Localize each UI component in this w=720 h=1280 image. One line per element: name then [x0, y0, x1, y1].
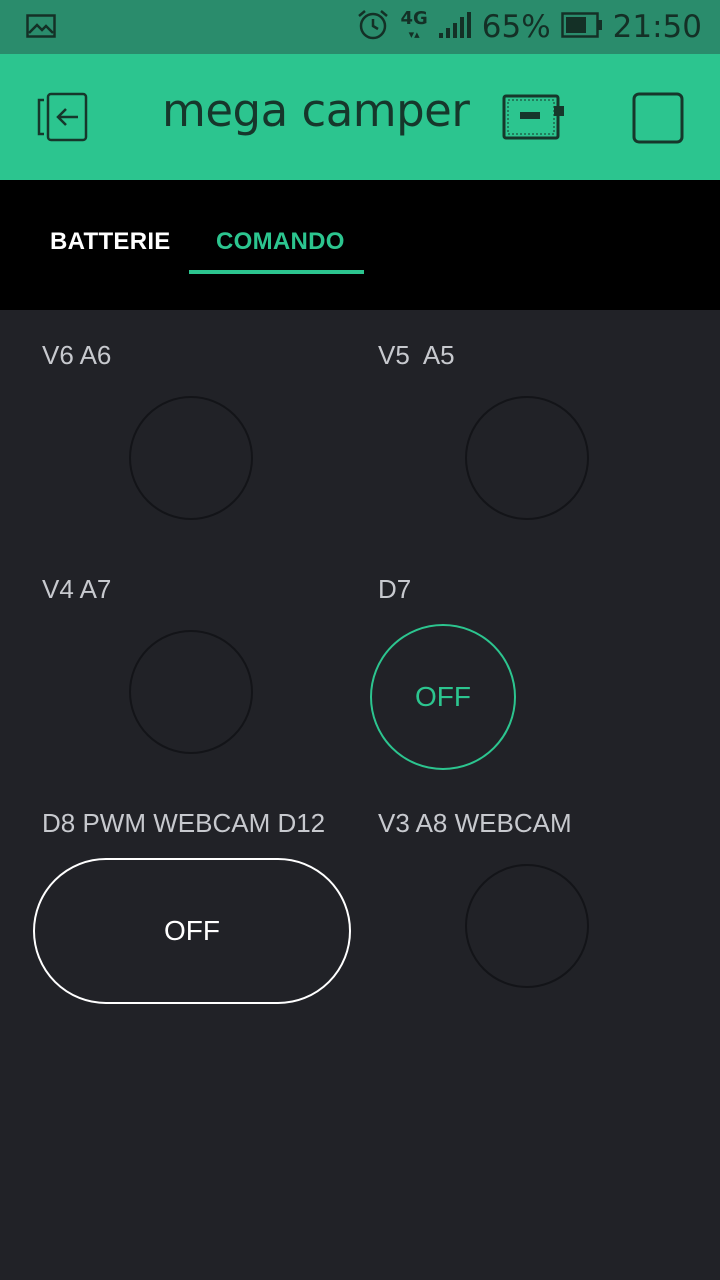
tab-comando[interactable]: COMANDO — [216, 228, 345, 256]
tab-batterie[interactable]: BATTERIE — [50, 228, 171, 256]
knob-v3-a8-webcam[interactable] — [465, 864, 589, 988]
battery-percent: 65% — [481, 9, 551, 45]
button-d7[interactable]: OFF — [370, 624, 516, 770]
button-d8-state: OFF — [164, 915, 220, 946]
knob-v6-a6[interactable] — [129, 396, 253, 520]
app-bar: mega camper — [0, 54, 720, 180]
tab-bar: BATTERIE COMANDO — [0, 180, 720, 310]
widget-label-v3-a8-webcam: V3 A8 WEBCAM — [378, 808, 572, 838]
widget-label-v5-a5: V5 A5 — [378, 340, 455, 370]
gallery-icon — [26, 14, 56, 42]
knob-v5-a5[interactable] — [465, 396, 589, 520]
widget-label-v6-a6: V6 A6 — [42, 340, 112, 370]
exit-icon[interactable] — [36, 90, 92, 148]
button-d7-state: OFF — [415, 681, 471, 712]
button-d8-webcam[interactable]: OFF — [33, 858, 351, 1004]
widget-label-v4-a7: V4 A7 — [42, 574, 112, 604]
device-board-icon[interactable] — [502, 94, 566, 144]
status-bar: 4G ▾▴ 65% 21:50 — [0, 0, 720, 54]
stop-icon[interactable] — [632, 92, 684, 148]
knob-v4-a7[interactable] — [129, 630, 253, 754]
widget-label-d8-pwm-webcam: D8 PWM WEBCAM D12 — [42, 808, 326, 838]
alarm-icon — [356, 8, 390, 46]
tab-active-indicator — [189, 270, 364, 274]
widget-label-d7: D7 — [378, 574, 412, 604]
app-title: mega camper — [162, 84, 470, 137]
battery-icon — [560, 12, 603, 42]
network-type: 4G ▾▴ — [400, 8, 428, 42]
clock: 21:50 — [612, 9, 702, 45]
signal-icon — [438, 11, 472, 43]
